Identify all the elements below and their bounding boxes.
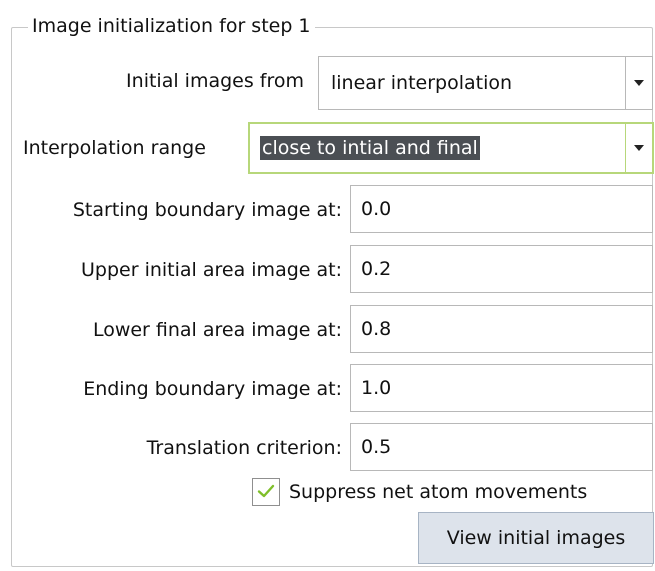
ending-boundary-label: Ending boundary image at: [83, 378, 342, 400]
translation-criterion-label: Translation criterion: [146, 437, 342, 459]
groupbox-title: Image initialization for step 1 [28, 14, 315, 38]
suppress-net-atom-movements-checkbox[interactable] [252, 478, 280, 506]
suppress-net-atom-movements-label[interactable]: Suppress net atom movements [289, 480, 653, 504]
starting-boundary-label: Starting boundary image at: [72, 199, 342, 221]
view-initial-images-button[interactable]: View initial images [418, 512, 654, 564]
interpolation-range-dropdown[interactable]: close to intial and final [248, 122, 654, 174]
chevron-down-icon[interactable] [625, 124, 652, 172]
translation-criterion-value: 0.5 [361, 436, 392, 458]
upper-initial-area-value: 0.2 [361, 258, 392, 280]
lower-final-area-label: Lower final area image at: [92, 319, 342, 341]
initial-images-dropdown[interactable]: linear interpolation [318, 56, 653, 110]
lower-final-area-value: 0.8 [361, 318, 392, 340]
view-initial-images-label: View initial images [446, 527, 626, 549]
interpolation-range-label: Interpolation range [23, 137, 206, 159]
checkmark-icon [257, 484, 275, 498]
starting-boundary-value: 0.0 [361, 198, 392, 220]
starting-boundary-input[interactable]: 0.0 [350, 185, 653, 233]
interpolation-range-value: close to intial and final [260, 136, 480, 160]
ending-boundary-value: 1.0 [361, 377, 392, 399]
upper-initial-area-label: Upper initial area image at: [81, 259, 342, 281]
upper-initial-area-input[interactable]: 0.2 [350, 245, 653, 293]
translation-criterion-input[interactable]: 0.5 [350, 423, 653, 471]
initial-images-value: linear interpolation [331, 72, 513, 94]
initial-images-label: Initial images from [126, 70, 304, 92]
lower-final-area-input[interactable]: 0.8 [350, 305, 653, 353]
ending-boundary-input[interactable]: 1.0 [350, 364, 653, 412]
chevron-down-icon[interactable] [625, 57, 652, 109]
